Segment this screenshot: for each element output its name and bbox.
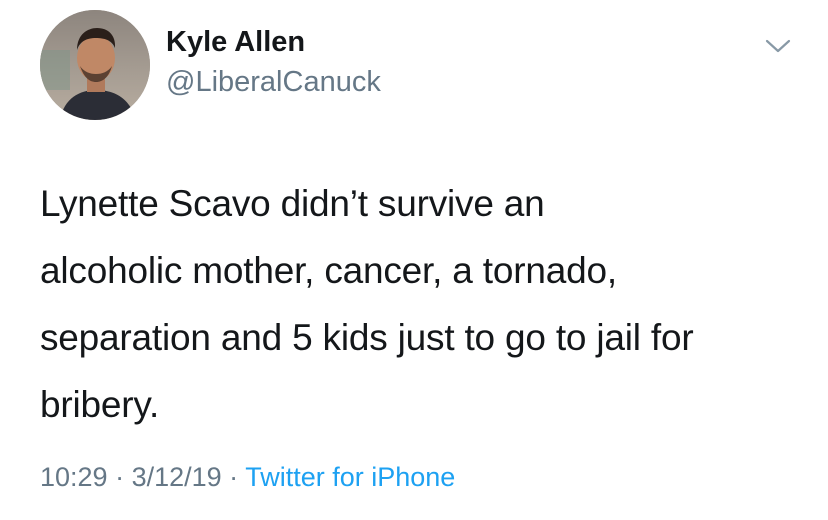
- tweet-text-line: Lynette Scavo didn’t survive an: [40, 183, 545, 224]
- meta-separator: ·: [107, 462, 132, 492]
- tweet-date[interactable]: 3/12/19: [132, 462, 222, 492]
- author-name[interactable]: Kyle Allen: [166, 26, 305, 59]
- tweet-text-line: separation and 5 kids just to go to jail…: [40, 317, 694, 358]
- tweet-metadata: 10:29 · 3/12/19 · Twitter for iPhone: [40, 462, 455, 493]
- author-handle[interactable]: @LiberalCanuck: [166, 66, 381, 99]
- tweet-time[interactable]: 10:29: [40, 462, 108, 492]
- avatar[interactable]: [40, 10, 150, 120]
- tweet-source-link[interactable]: Twitter for iPhone: [245, 462, 455, 492]
- tweet-card: Kyle Allen @LiberalCanuck Lynette Scavo …: [0, 0, 828, 520]
- avatar-photo: [40, 10, 150, 120]
- tweet-text-line: bribery.: [40, 384, 160, 425]
- meta-separator: ·: [221, 462, 246, 492]
- chevron-down-icon[interactable]: [764, 36, 792, 56]
- tweet-text-line: alcoholic mother, cancer, a tornado,: [40, 250, 617, 291]
- tweet-text: Lynette Scavo didn’t survive an alcoholi…: [40, 170, 810, 438]
